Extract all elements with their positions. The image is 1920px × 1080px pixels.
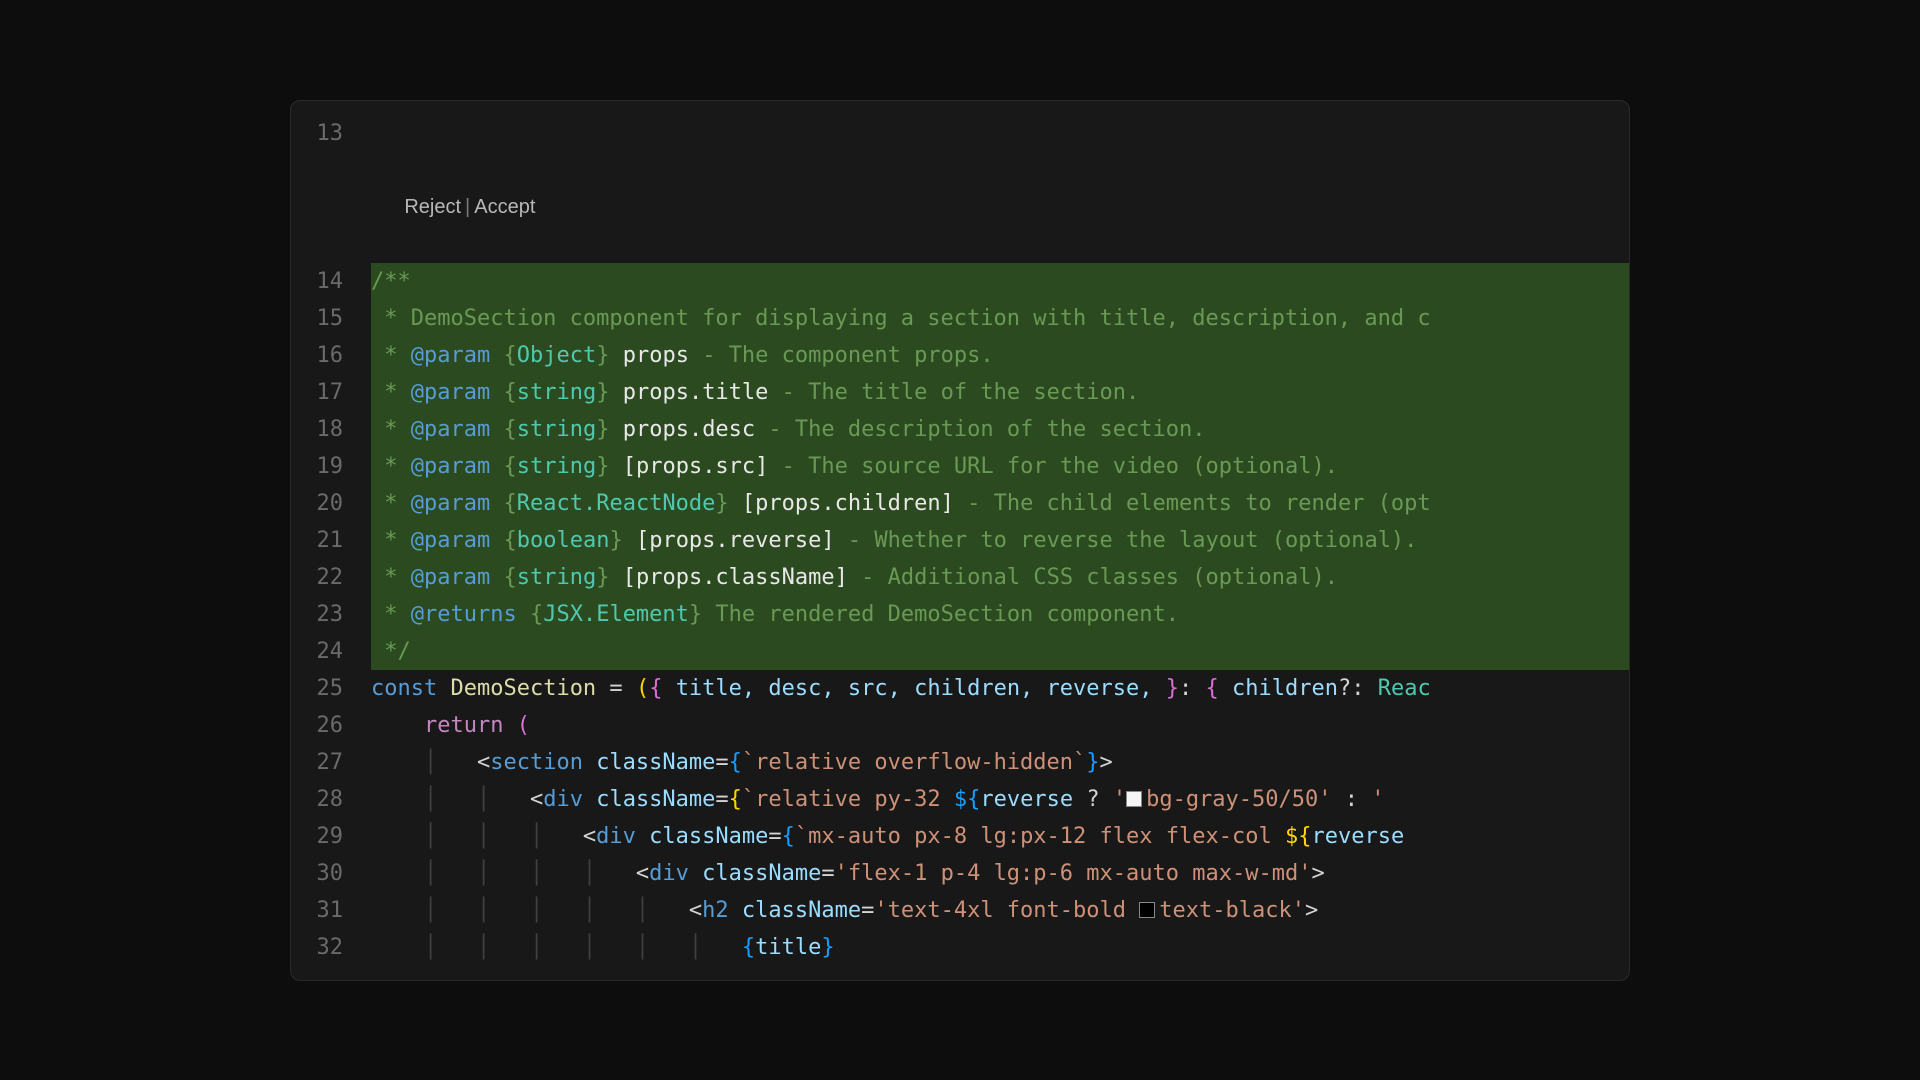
code-line-added: 24 */ <box>291 633 1629 670</box>
code-line: 26 return ( <box>291 707 1629 744</box>
reject-button[interactable]: Reject <box>404 196 461 218</box>
jsdoc-param-name: props <box>623 343 689 368</box>
line-number: 32 <box>291 929 371 966</box>
code-line-added: 14 /** <box>291 263 1629 300</box>
code-line-added: 20 * @param {React.ReactNode} [props.chi… <box>291 485 1629 522</box>
code-line-added: 23 * @returns {JSX.Element} The rendered… <box>291 596 1629 633</box>
line-number: 28 <box>291 781 371 818</box>
line-number: 13 <box>291 115 371 152</box>
code-line: 31 │ │ │ │ │ <h2 className='text-4xl fon… <box>291 892 1629 929</box>
code-line: 29 │ │ │ <div className={`mx-auto px-8 l… <box>291 818 1629 855</box>
line-number: 17 <box>291 374 371 411</box>
code-line: 30 │ │ │ │ <div className='flex-1 p-4 lg… <box>291 855 1629 892</box>
line-number: 30 <box>291 855 371 892</box>
code-line-added: 15 * DemoSection component for displayin… <box>291 300 1629 337</box>
code-editor-panel: 13 Reject|Accept 14 /** 15 * DemoSection… <box>290 100 1630 981</box>
line-number: 21 <box>291 522 371 559</box>
color-swatch-icon <box>1139 902 1155 918</box>
line-number: 18 <box>291 411 371 448</box>
line-number: 27 <box>291 744 371 781</box>
line-number: 19 <box>291 448 371 485</box>
jsx-tag: section <box>490 750 583 775</box>
code-line-added: 17 * @param {string} props.title - The t… <box>291 374 1629 411</box>
code-line: 27 │ <section className={`relative overf… <box>291 744 1629 781</box>
line-number: 25 <box>291 670 371 707</box>
code-line-added: 19 * @param {string} [props.src] - The s… <box>291 448 1629 485</box>
line-number: 14 <box>291 263 371 300</box>
color-swatch-icon <box>1126 791 1142 807</box>
line-number: 31 <box>291 892 371 929</box>
code-line-added: 21 * @param {boolean} [props.reverse] - … <box>291 522 1629 559</box>
accept-button[interactable]: Accept <box>474 196 535 218</box>
line-number: 23 <box>291 596 371 633</box>
line-number: 16 <box>291 337 371 374</box>
line-number: 24 <box>291 633 371 670</box>
code-line-added: 22 * @param {string} [props.className] -… <box>291 559 1629 596</box>
line-number: 15 <box>291 300 371 337</box>
line-number: 22 <box>291 559 371 596</box>
line-number: 26 <box>291 707 371 744</box>
identifier: DemoSection <box>450 676 596 701</box>
code-line: 28 │ │ <div className={`relative py-32 $… <box>291 781 1629 818</box>
comment-text: * DemoSection component for displaying a… <box>371 306 1431 331</box>
code-line: 32 │ │ │ │ │ │ {title} <box>291 929 1629 966</box>
code-line-added: 16 * @param {Object} props - The compone… <box>291 337 1629 374</box>
jsdoc-tag: @param <box>411 343 490 368</box>
comment-close: */ <box>371 639 411 664</box>
action-separator: | <box>461 196 474 218</box>
comment-open: /** <box>371 269 411 294</box>
line-number: 29 <box>291 818 371 855</box>
jsdoc-type: Object <box>517 343 596 368</box>
return-keyword: return <box>424 713 517 738</box>
code-line-added: 18 * @param {string} props.desc - The de… <box>291 411 1629 448</box>
diff-actions: Reject|Accept <box>291 152 1629 263</box>
line-number: 20 <box>291 485 371 522</box>
code-line: 25 const DemoSection = ({ title, desc, s… <box>291 670 1629 707</box>
code-line: 13 <box>291 115 1629 152</box>
